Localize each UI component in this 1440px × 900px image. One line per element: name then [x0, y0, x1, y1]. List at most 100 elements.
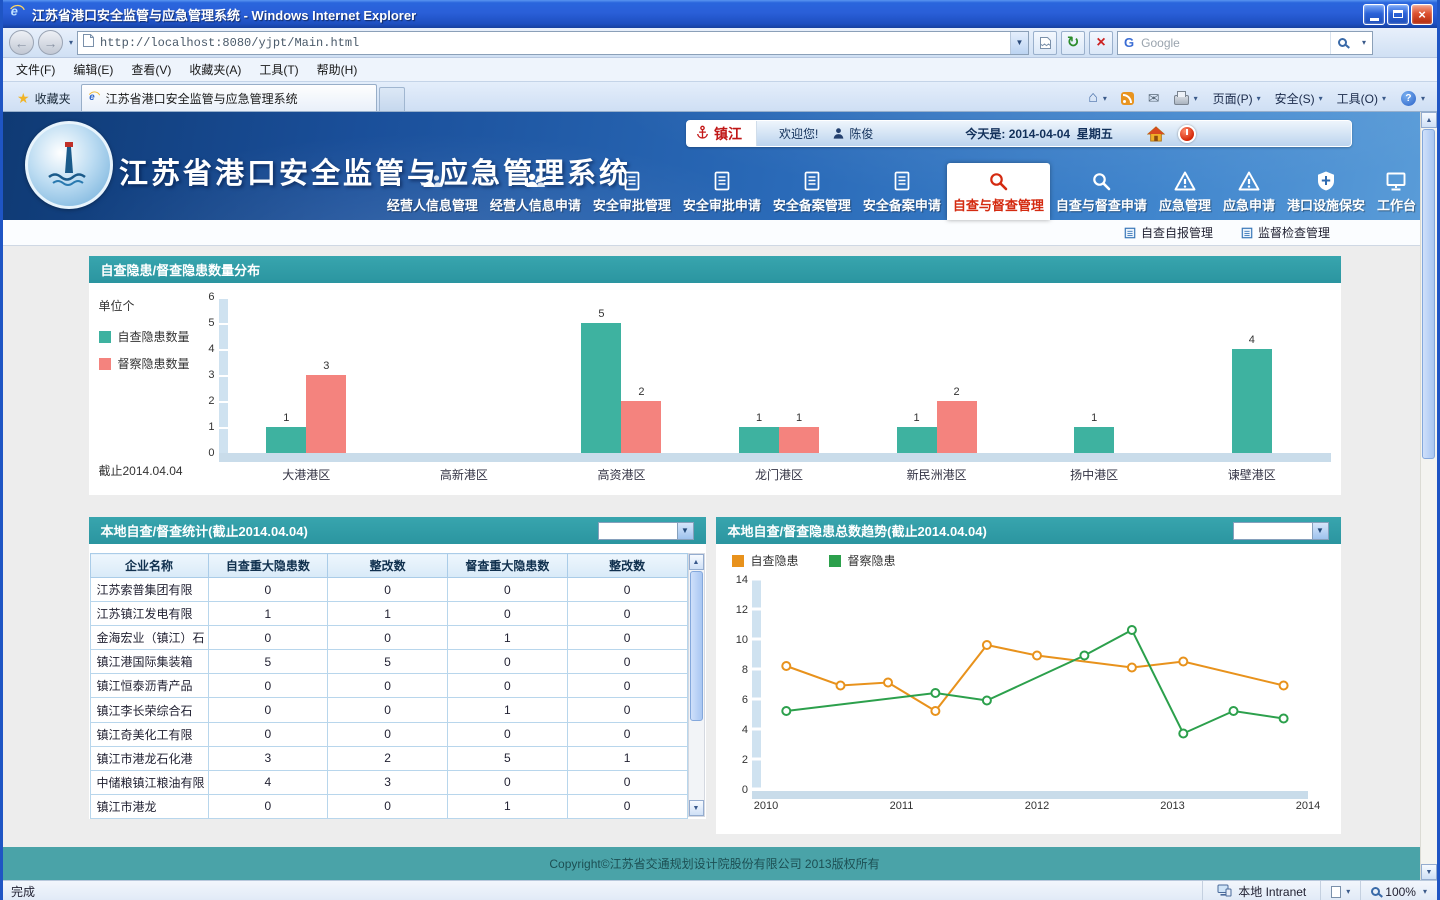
- table-panel-header: 本地自查/督查统计(截止2014.04.04) ▼: [89, 517, 706, 544]
- table-wrap: 企业名称自查重大隐患数整改数督查重大隐患数整改数 江苏索普集团有限0000江苏镇…: [89, 544, 706, 819]
- address-dropdown-button[interactable]: ▼: [1010, 32, 1028, 54]
- table-row[interactable]: 江苏镇江发电有限1100: [90, 602, 687, 626]
- table-row[interactable]: 镇江市港龙0010: [90, 794, 687, 818]
- menu-帮助(H)[interactable]: 帮助(H): [308, 60, 367, 80]
- table-row[interactable]: 金海宏业（镇江）石0010: [90, 626, 687, 650]
- category-label: 谏壁港区: [1173, 466, 1331, 483]
- forward-button[interactable]: →: [38, 30, 63, 55]
- compatibility-button[interactable]: [1033, 31, 1057, 55]
- new-tab-stub[interactable]: [379, 87, 405, 111]
- maximize-button[interactable]: [1387, 4, 1409, 25]
- nav-安全备案申请[interactable]: 安全备案申请: [857, 163, 947, 220]
- chevron-down-icon: ▾: [1421, 94, 1425, 103]
- favbar-text-buttons: 页面(P)▾安全(S)▾工具(O)▾: [1206, 86, 1393, 110]
- doc-icon: [801, 170, 823, 192]
- category-label: 扬中港区: [1015, 466, 1173, 483]
- y-tick: 8: [741, 664, 747, 676]
- subnav-自查自报管理[interactable]: 自查自报管理: [1124, 224, 1213, 241]
- stats-table: 企业名称自查重大隐患数整改数督查重大隐患数整改数 江苏索普集团有限0000江苏镇…: [90, 553, 688, 819]
- page-scrollbar[interactable]: ▲ ▼: [1420, 112, 1437, 880]
- favorites-button[interactable]: ★ 收藏夹: [7, 85, 81, 111]
- table-scroll-thumb[interactable]: [690, 571, 703, 721]
- nav-自查与督查管理[interactable]: 自查与督查管理: [947, 163, 1050, 220]
- table-row[interactable]: 镇江市港龙石化港3251: [90, 746, 687, 770]
- refresh-button[interactable]: ↻: [1061, 31, 1085, 55]
- home-icon: ⌂: [1088, 90, 1098, 106]
- status-widget[interactable]: ▾: [1320, 881, 1360, 900]
- table-row[interactable]: 镇江李长荣综合石0010: [90, 698, 687, 722]
- table-row[interactable]: 中储粮镇江粮油有限4300: [90, 770, 687, 794]
- nav-安全备案管理[interactable]: 安全备案管理: [767, 163, 857, 220]
- scroll-up-icon[interactable]: ▲: [1421, 112, 1437, 128]
- close-button[interactable]: ×: [1411, 4, 1433, 25]
- table-header-row: 企业名称自查重大隐患数整改数督查重大隐患数整改数: [90, 554, 687, 578]
- stop-button[interactable]: ×: [1089, 31, 1113, 55]
- menu-查看(V)[interactable]: 查看(V): [122, 60, 180, 80]
- nav-自查与督查申请[interactable]: 自查与督查申请: [1050, 163, 1153, 220]
- welcome-text: 欢迎您!: [779, 125, 818, 142]
- table-row[interactable]: 镇江奇美化工有限0000: [90, 722, 687, 746]
- home-button[interactable]: ⌂▾: [1082, 86, 1113, 110]
- column-header: 整改数: [328, 554, 448, 578]
- address-field[interactable]: http://localhost:8080/yjpt/Main.html ▼: [77, 31, 1029, 55]
- data-point: [1279, 715, 1287, 723]
- zoom-control[interactable]: 100% ▾: [1360, 881, 1437, 900]
- table-row[interactable]: 江苏索普集团有限0000: [90, 578, 687, 602]
- bar-chart-panel: 自查隐患/督查隐患数量分布 单位个 自查隐患数量督察隐患数量 截止2014.04…: [89, 256, 1341, 495]
- nav-安全审批管理[interactable]: 安全审批管理: [587, 163, 677, 220]
- printer-icon: [1174, 95, 1189, 105]
- nav-港口设施保安[interactable]: 港口设施保安: [1281, 163, 1371, 220]
- ie-window: e 江苏省港口安全监管与应急管理系统 - Windows Internet Ex…: [0, 0, 1440, 900]
- browser-tab[interactable]: e 江苏省港口安全监管与应急管理系统: [81, 84, 377, 111]
- nav-应急申请[interactable]: 应急申请: [1217, 163, 1281, 220]
- favorites-bar: ★ 收藏夹 e 江苏省港口安全监管与应急管理系统 ⌂▾ ✉ ▾ 页面(P)▾安全…: [3, 82, 1437, 112]
- refresh-icon: ↻: [1067, 35, 1080, 50]
- toolbar-安全(S)[interactable]: 安全(S)▾: [1268, 86, 1330, 110]
- scroll-down-icon[interactable]: ▼: [1421, 864, 1437, 880]
- chevron-down-icon: ▼: [1312, 523, 1328, 539]
- page-scroll-thumb[interactable]: [1422, 129, 1435, 459]
- x-tick: 2013: [1160, 800, 1184, 812]
- menu-文件(F)[interactable]: 文件(F): [7, 60, 64, 80]
- search-dropdown-icon[interactable]: ▾: [1356, 38, 1372, 47]
- read-mail-button[interactable]: ✉: [1142, 86, 1166, 110]
- bar-slot-大港港区: 13: [228, 375, 386, 453]
- y-axis-band: [752, 641, 761, 668]
- nav-经营人信息管理[interactable]: 经营人信息管理: [381, 163, 484, 220]
- table-row[interactable]: 镇江港国际集装箱5500: [90, 650, 687, 674]
- minimize-button[interactable]: [1363, 4, 1385, 25]
- menu-工具(T)[interactable]: 工具(T): [250, 60, 307, 80]
- toolbar-页面(P)[interactable]: 页面(P)▾: [1206, 86, 1268, 110]
- help-button[interactable]: ?▾: [1395, 86, 1431, 110]
- nav-安全审批申请[interactable]: 安全审批申请: [677, 163, 767, 220]
- site-header: 江苏省港口安全监管与应急管理系统 镇江 欢迎您! 陈俊 今天是: 2014-04…: [3, 112, 1426, 220]
- bar-plot-area: 1352111214 大港港区高新港区高资港区龙门港区新民洲港区扬中港区谏壁港区: [219, 297, 1331, 483]
- toolbar-工具(O)[interactable]: 工具(O)▾: [1330, 86, 1393, 110]
- table-row[interactable]: 镇江恒泰沥青产品0000: [90, 674, 687, 698]
- history-dropdown-icon[interactable]: ▾: [69, 38, 73, 47]
- nav-经营人信息申请[interactable]: 经营人信息申请: [484, 163, 587, 220]
- search-box[interactable]: G Google ▾: [1117, 31, 1373, 55]
- portal-home-button[interactable]: [1147, 126, 1165, 142]
- trend-filter-select[interactable]: ▼: [1233, 522, 1329, 540]
- x-axis-band: [752, 791, 1308, 799]
- scroll-up-icon[interactable]: ▲: [689, 554, 704, 570]
- scroll-down-icon[interactable]: ▼: [689, 800, 704, 816]
- nav-工作台[interactable]: 工作台: [1371, 163, 1422, 220]
- bar-value-label: 2: [621, 386, 661, 398]
- search-button[interactable]: [1330, 32, 1354, 54]
- menu-收藏夹(A)[interactable]: 收藏夹(A): [180, 60, 250, 80]
- feeds-button[interactable]: [1115, 86, 1140, 110]
- table-filter-select[interactable]: ▼: [598, 522, 694, 540]
- table-scrollbar[interactable]: ▲ ▼: [688, 553, 705, 817]
- print-button[interactable]: ▾: [1168, 86, 1204, 110]
- city-name: 镇江: [714, 124, 742, 144]
- favorites-label: 收藏夹: [35, 90, 71, 107]
- subnav-监督检查管理[interactable]: 监督检查管理: [1241, 224, 1330, 241]
- nav-应急管理[interactable]: 应急管理: [1153, 163, 1217, 220]
- back-button[interactable]: ←: [9, 30, 34, 55]
- doc-icon: [711, 170, 733, 192]
- logout-button[interactable]: [1178, 125, 1196, 143]
- data-point: [931, 707, 939, 715]
- menu-编辑(E)[interactable]: 编辑(E): [64, 60, 122, 80]
